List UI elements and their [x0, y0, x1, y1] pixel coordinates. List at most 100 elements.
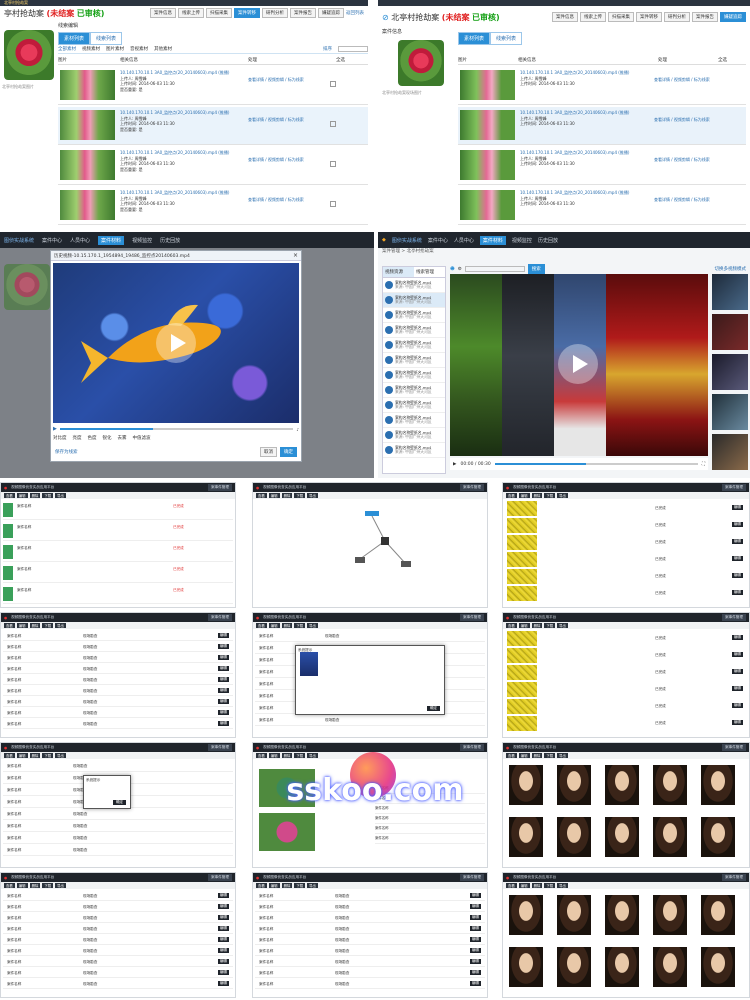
toolbar-button[interactable]: 查看 [4, 883, 15, 888]
row-file-name[interactable]: 10.140.170.10.1 3A0_监控点(20_20140603).mp4… [120, 150, 245, 156]
portrait-thumbnail[interactable] [557, 895, 591, 935]
toolbar-button[interactable]: 下载 [42, 753, 54, 758]
toolbar-button[interactable]: 导出 [307, 753, 318, 758]
toolbar-button[interactable]: 删除 [29, 493, 41, 498]
edit-button[interactable]: 编辑 [469, 893, 481, 898]
thumbnail[interactable] [712, 274, 748, 310]
row-actions[interactable]: 查看详情 / 视频剪辑 / 标为线索 [248, 157, 304, 163]
toolbar-button[interactable]: 删除 [531, 753, 543, 758]
portrait-thumbnail[interactable] [653, 817, 687, 857]
toolbar-button[interactable]: 查看 [256, 883, 267, 888]
table-row[interactable]: 10.140.170.10.1 3A0_监控点(20_20140603).mp4… [458, 67, 746, 105]
brightness-control[interactable]: 亮度 [73, 435, 82, 441]
filter-other[interactable]: 其他素材 [154, 46, 172, 52]
table-row[interactable]: 案件名称 现场勘查 [3, 833, 233, 844]
analysis-button[interactable]: 研判分析 [262, 8, 288, 18]
edit-button[interactable]: 编辑 [731, 652, 743, 657]
nav-materials[interactable]: 案件材料 [98, 235, 125, 245]
edit-button[interactable]: 编辑 [217, 633, 229, 638]
image-row[interactable] [507, 699, 537, 714]
clue-upload-button[interactable]: 线索上传 [580, 12, 606, 22]
list-item[interactable]: 案件名称 已完成 [3, 501, 233, 520]
table-row[interactable]: 案件名称 现场勘查 [255, 631, 485, 642]
toolbar-button[interactable]: 查看 [506, 883, 517, 888]
portrait-thumbnail[interactable] [605, 895, 639, 935]
toolbar-button[interactable]: 删除 [29, 753, 41, 758]
portrait-thumbnail[interactable] [509, 895, 543, 935]
tab-case-management[interactable]: 案事件管理 [208, 484, 232, 491]
edit-button[interactable]: 编辑 [469, 970, 481, 975]
toolbar-button[interactable]: 导出 [557, 493, 568, 498]
table-row[interactable]: 案件名称 [375, 825, 485, 834]
table-row[interactable]: 案件名称 现场勘查 编辑 [3, 979, 233, 989]
thumbnail[interactable] [712, 354, 748, 390]
portrait-thumbnail[interactable] [605, 817, 639, 857]
contrast-control[interactable]: 对比度 [53, 435, 67, 441]
thumbnail[interactable] [712, 434, 748, 470]
toolbar-button[interactable]: 查看 [506, 493, 517, 498]
table-row[interactable]: 案件名称 现场勘查 编辑 [255, 924, 485, 934]
case-info-button[interactable]: 案件信息 [552, 12, 578, 22]
toolbar-button[interactable]: 删除 [281, 883, 293, 888]
tab-materials[interactable]: 素材列表 [458, 32, 491, 45]
progress-track[interactable] [59, 428, 294, 430]
table-row[interactable]: 案件名称 现场勘查 编辑 [3, 697, 233, 707]
table-row[interactable]: 案件名称 现场勘查 编辑 [255, 913, 485, 923]
tab-case-management[interactable]: 案事件管理 [722, 744, 746, 751]
toolbar-button[interactable]: 编辑 [16, 623, 28, 628]
scan-collect-button[interactable]: 扫描采集 [206, 8, 232, 18]
list-item[interactable]: 案件名称 已完成 [3, 522, 233, 541]
tab-case-management[interactable]: 案事件管理 [722, 614, 746, 621]
edit-button[interactable]: 编辑 [469, 937, 481, 942]
table-row[interactable]: 10.140.170.10.1 3A0_监控点(20_20140603).mp4… [458, 147, 746, 185]
table-row[interactable]: 案件名称 现场勘查 编辑 [3, 924, 233, 934]
edit-button[interactable]: 编辑 [217, 666, 229, 671]
table-row[interactable]: 案件名称 现场勘查 编辑 [3, 631, 233, 641]
table-row[interactable]: 案件名称 [375, 835, 485, 844]
portrait-thumbnail[interactable] [653, 765, 687, 805]
table-row[interactable]: 案件名称 [375, 815, 485, 824]
table-row[interactable]: 案件名称 现场勘查 编辑 [3, 686, 233, 696]
table-row[interactable]: 案件名称 现场勘查 编辑 [255, 902, 485, 912]
table-row[interactable]: 案件名称 现场勘查 编辑 [3, 968, 233, 978]
row-checkbox[interactable] [330, 121, 336, 127]
nav-history[interactable]: 历史回放 [538, 237, 558, 244]
nav-video[interactable]: 视频监控 [512, 237, 532, 244]
track-button[interactable]: 嫌疑追踪 [318, 8, 344, 18]
tab-case-management[interactable]: 案事件管理 [722, 874, 746, 881]
fullscreen-icon[interactable]: ⛶ [702, 461, 705, 467]
toolbar-button[interactable]: 编辑 [518, 493, 530, 498]
table-row[interactable]: 10.140.170.10.1 3A0_监控点(20_20140603).mp4… [58, 107, 368, 145]
video-list-item[interactable]: 案构名称壁纸名.mp4 来源: 中国广州天河区 [383, 353, 445, 368]
toolbar-button[interactable]: 查看 [4, 623, 15, 628]
table-row[interactable]: 案件名称 现场勘查 编辑 [3, 891, 233, 901]
table-row[interactable]: 案件名称 现场勘查 编辑 [3, 708, 233, 718]
filter-video[interactable]: 视频素材 [82, 46, 100, 52]
table-row[interactable]: 案件名称 现场勘查 编辑 [3, 642, 233, 652]
image-row[interactable] [507, 648, 537, 663]
hue-control[interactable]: 色度 [88, 435, 97, 441]
table-row[interactable]: 案件名称 现场勘查 编辑 [3, 913, 233, 923]
diagram-node[interactable] [401, 561, 411, 567]
toolbar-button[interactable]: 导出 [307, 883, 318, 888]
case-transfer-button[interactable]: 案件转移 [636, 12, 662, 22]
toolbar-button[interactable]: 查看 [4, 753, 15, 758]
video-list-item[interactable]: 案构名称壁纸名.mp4 来源: 中国广州天河区 [383, 383, 445, 398]
portrait-thumbnail[interactable] [605, 947, 639, 987]
thumbnail[interactable] [712, 314, 748, 350]
portrait-thumbnail[interactable] [509, 947, 543, 987]
edit-button[interactable]: 编辑 [731, 590, 743, 595]
image-row[interactable] [507, 631, 537, 646]
toolbar-button[interactable]: 下载 [42, 883, 54, 888]
portrait-thumbnail[interactable] [605, 765, 639, 805]
table-row[interactable]: 10.140.170.10.1 3A0_监控点(20_20140603).mp4… [58, 67, 368, 105]
track-button[interactable]: 嫌疑追踪 [720, 12, 746, 22]
edit-button[interactable]: 编辑 [217, 970, 229, 975]
toolbar-button[interactable]: 下载 [544, 623, 556, 628]
video-list-item[interactable]: 案构名称壁纸名.mp4 来源: 中国广州天河区 [383, 443, 445, 458]
toolbar-button[interactable]: 查看 [4, 493, 15, 498]
table-row[interactable]: 案件名称 现场勘查 [3, 845, 233, 856]
table-row[interactable]: 案件名称 现场勘查 编辑 [255, 946, 485, 956]
portrait-thumbnail[interactable] [701, 817, 735, 857]
nav-cases[interactable]: 案件中心 [42, 237, 62, 244]
